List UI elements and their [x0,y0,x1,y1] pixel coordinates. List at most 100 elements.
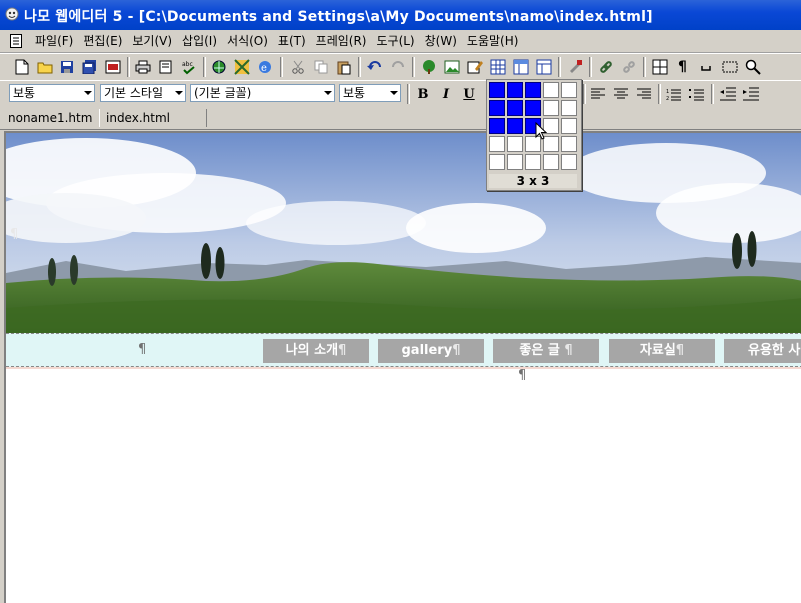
hero-landscape-image [6,133,801,333]
nav-about-me[interactable]: 나의 소개¶ [263,339,369,363]
print-icon[interactable] [133,57,152,76]
table-size-cell[interactable] [507,136,523,152]
menu-help[interactable]: 도움말(H) [462,33,524,49]
tab-index[interactable]: index.html [99,109,207,127]
char-style-value: 기본 스타일 [104,86,164,100]
align-center-icon[interactable] [611,84,630,103]
zoom-icon[interactable] [743,57,762,76]
open-folder-icon[interactable] [35,57,54,76]
table-size-cell[interactable] [507,100,523,116]
menu-format[interactable]: 서식(O) [222,33,273,49]
menu-tools[interactable]: 도구(L) [371,33,419,49]
table-size-cell[interactable] [543,100,559,116]
save-all-icon[interactable] [80,57,99,76]
char-style-select[interactable]: 기본 스타일 [100,84,186,102]
edit-image-icon[interactable] [465,57,484,76]
frame-icon[interactable] [511,57,530,76]
menu-frame[interactable]: 프레임(R) [311,33,372,49]
standard-toolbar: abc e ¶ [0,53,801,81]
paragraph-style-select[interactable]: 보통 [9,84,95,102]
image-icon[interactable] [442,57,461,76]
menu-table[interactable]: 표(T) [273,33,311,49]
table-size-cell[interactable] [525,100,541,116]
insert-table-icon[interactable] [488,57,507,76]
nav-about-me-label: 나의 소개 [285,343,339,358]
cut-icon[interactable] [288,57,307,76]
save-icon[interactable] [57,57,76,76]
outdent-icon[interactable] [718,84,737,103]
format-painter-icon[interactable] [565,57,584,76]
link-icon[interactable] [596,57,615,76]
table-size-cell[interactable] [507,118,523,134]
chevron-down-icon [84,91,92,95]
editor-canvas[interactable]: ¶ ¶ 나의 소개¶ gallery¶ 좋은 글 ¶ 자료실¶ 유용한 사 ¶ [4,131,801,603]
document-tabs: noname1.htm index.html [0,107,801,130]
table-size-cell[interactable] [561,136,577,152]
mouse-cursor-icon [535,122,548,140]
chevron-down-icon [390,91,398,95]
menu-view[interactable]: 보기(V) [127,33,177,49]
table-size-cell[interactable] [561,82,577,98]
svg-text:abc: abc [182,61,193,68]
table-size-cell[interactable] [525,82,541,98]
site-manager-icon[interactable] [232,57,251,76]
table-size-picker[interactable]: 3 x 3 [486,79,582,191]
browser-preview-icon[interactable]: e [255,57,274,76]
align-left-icon[interactable] [588,84,607,103]
font-size-select[interactable]: 보통 [339,84,401,102]
menu-insert[interactable]: 삽입(I) [177,33,222,49]
format-toolbar: 보통 기본 스타일 (기본 글꼴) 보통 B I U 12 [0,80,801,108]
preview-icon[interactable] [103,57,122,76]
nav-useful-sites[interactable]: 유용한 사 [724,339,801,363]
menu-edit[interactable]: 편집(E) [78,33,127,49]
space-mark-icon[interactable] [696,57,715,76]
table-size-cell[interactable] [489,154,505,170]
table-size-cell[interactable] [507,154,523,170]
table-size-cell[interactable] [525,154,541,170]
table-size-cell[interactable] [561,100,577,116]
table-size-cell[interactable] [489,136,505,152]
nav-good-writing[interactable]: 좋은 글 ¶ [493,339,599,363]
align-right-icon[interactable] [634,84,653,103]
spell-check-icon[interactable]: abc [179,57,198,76]
publish-icon[interactable] [209,57,228,76]
paragraph-mark-icon[interactable]: ¶ [673,57,692,76]
layout-icon[interactable] [534,57,553,76]
table-size-cell[interactable] [489,118,505,134]
nav-gallery[interactable]: gallery¶ [378,339,484,363]
font-value: (기본 글꼴) [194,86,252,100]
nav-useful-sites-label: 유용한 사 [748,343,801,358]
table-size-cell[interactable] [489,82,505,98]
nav-archive[interactable]: 자료실¶ [609,339,715,363]
menu-file[interactable]: 파일(F) [30,33,78,49]
table-size-grid[interactable] [489,82,577,170]
underline-button[interactable]: U [459,84,479,104]
bold-button[interactable]: B [413,84,433,104]
layer-box-icon[interactable] [720,57,739,76]
print-preview-icon[interactable] [156,57,175,76]
copy-icon[interactable] [311,57,330,76]
tree-image-icon[interactable] [419,57,438,76]
table-grid-icon[interactable] [650,57,669,76]
font-select[interactable]: (기본 글꼴) [190,84,335,102]
undo-icon[interactable] [365,57,384,76]
table-size-cell[interactable] [561,154,577,170]
tab-noname1[interactable]: noname1.htm [2,109,98,127]
indent-icon[interactable] [741,84,760,103]
numbered-list-icon[interactable]: 12 [664,84,683,103]
table-size-cell[interactable] [489,100,505,116]
table-size-cell[interactable] [561,118,577,134]
bullet-list-icon[interactable] [687,84,706,103]
navigation-row: ¶ 나의 소개¶ gallery¶ 좋은 글 ¶ 자료실¶ 유용한 사 [6,333,801,367]
new-document-icon[interactable] [12,57,31,76]
table-size-cell[interactable] [543,154,559,170]
unlink-icon[interactable] [619,57,638,76]
menu-bar: 파일(F) 편집(E) 보기(V) 삽입(I) 서식(O) 표(T) 프레임(R… [0,30,801,53]
table-size-cell[interactable] [543,82,559,98]
italic-button[interactable]: I [436,84,456,104]
paste-icon[interactable] [334,57,353,76]
table-size-cell[interactable] [507,82,523,98]
redo-icon[interactable] [388,57,407,76]
document-menu-icon[interactable] [10,34,22,48]
menu-window[interactable]: 창(W) [420,33,462,49]
